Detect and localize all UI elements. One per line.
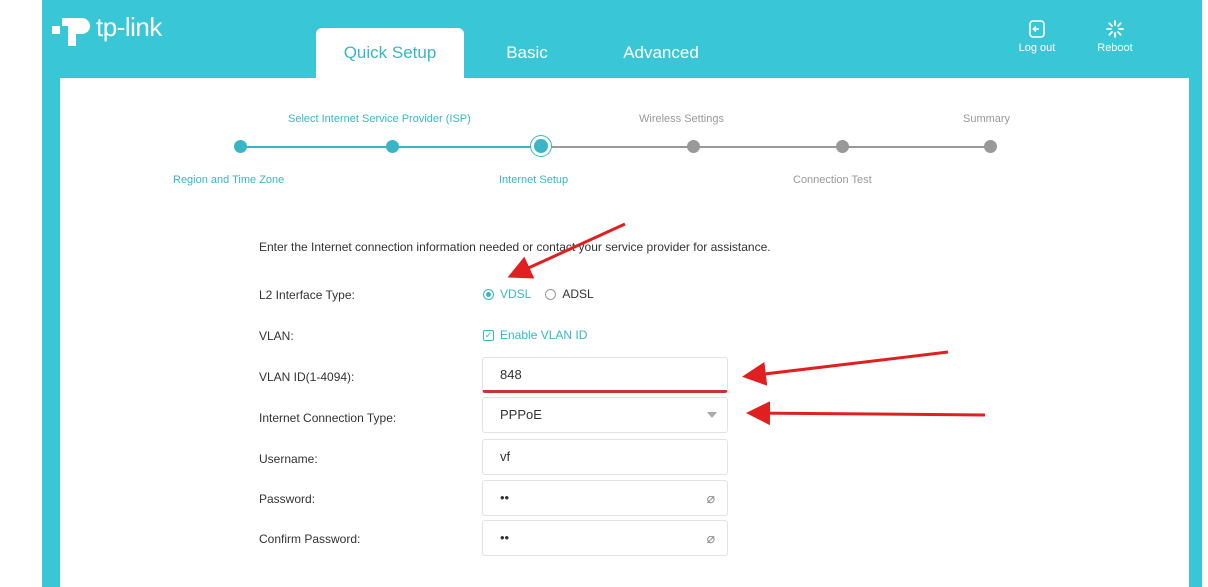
- l2-interface-radio-group: VDSL ADSL: [483, 287, 594, 301]
- step-wireless-settings: Wireless Settings: [639, 113, 724, 125]
- step-dot-6: [984, 140, 997, 153]
- vlan-label: VLAN:: [259, 329, 294, 343]
- enable-vlan-label[interactable]: Enable VLAN ID: [500, 328, 587, 342]
- form-intro-text: Enter the Internet connection informatio…: [259, 240, 771, 254]
- l2-interface-label: L2 Interface Type:: [259, 288, 355, 302]
- logout-icon: [1012, 18, 1062, 40]
- step-dot-current: [534, 139, 548, 153]
- connection-type-label: Internet Connection Type:: [259, 411, 397, 425]
- step-summary: Summary: [963, 113, 1011, 125]
- eye-off-icon[interactable]: ⌀: [707, 521, 715, 555]
- eye-off-icon[interactable]: ⌀: [707, 481, 715, 515]
- reboot-icon: [1090, 18, 1140, 40]
- main-tabs: Quick Setup Basic Advanced: [316, 28, 736, 78]
- step-select-isp: Select Internet Service Provider (ISP): [288, 113, 471, 125]
- reboot-label: Reboot: [1097, 42, 1133, 54]
- adsl-radio[interactable]: [545, 288, 557, 300]
- username-value: vf: [500, 449, 511, 464]
- step-region-time-zone: Region and Time Zone: [173, 174, 285, 186]
- step-dot-1: [234, 140, 247, 153]
- connection-type-select[interactable]: PPPoE: [482, 397, 728, 433]
- logout-button[interactable]: Log out: [1012, 18, 1062, 54]
- vdsl-label[interactable]: VDSL: [500, 287, 531, 301]
- vlan-id-input[interactable]: 848: [482, 357, 728, 393]
- username-input[interactable]: vf: [482, 439, 728, 475]
- vdsl-radio[interactable]: [483, 288, 494, 300]
- confirm-password-input[interactable]: •• ⌀: [482, 520, 728, 556]
- progress-track-remaining: [542, 146, 996, 148]
- step-dot-2: [386, 140, 399, 153]
- chevron-down-icon: [707, 412, 717, 418]
- brand-name: tp-link: [96, 12, 162, 42]
- tab-basic[interactable]: Basic: [478, 28, 576, 78]
- step-internet-setup: Internet Setup: [499, 174, 569, 186]
- connection-type-value: PPPoE: [500, 407, 542, 422]
- confirm-password-label: Confirm Password:: [259, 532, 361, 546]
- vlan-id-value: 848: [500, 367, 522, 382]
- enable-vlan-checkbox[interactable]: ✓ Enable VLAN ID: [483, 328, 587, 342]
- tab-quick-setup[interactable]: Quick Setup: [316, 28, 464, 78]
- reboot-button[interactable]: Reboot: [1090, 18, 1140, 54]
- logout-label: Log out: [1018, 42, 1056, 54]
- password-label: Password:: [259, 492, 316, 506]
- adsl-label[interactable]: ADSL: [562, 287, 593, 301]
- password-value: ••: [500, 490, 510, 505]
- tp-link-logo: tp-link: [48, 0, 162, 55]
- quick-setup-panel: Select Internet Service Provider (ISP) W…: [60, 78, 1189, 587]
- tab-advanced[interactable]: Advanced: [586, 28, 736, 78]
- confirm-password-value: ••: [500, 530, 510, 545]
- vlan-id-label: VLAN ID(1-4094):: [259, 370, 355, 384]
- step-dot-5: [836, 140, 849, 153]
- password-input[interactable]: •• ⌀: [482, 480, 728, 516]
- tp-link-logo-icon: [52, 17, 90, 46]
- username-label: Username:: [259, 452, 318, 466]
- step-connection-test: Connection Test: [793, 174, 872, 186]
- checkmark-icon: ✓: [483, 329, 494, 341]
- step-dot-4: [687, 140, 700, 153]
